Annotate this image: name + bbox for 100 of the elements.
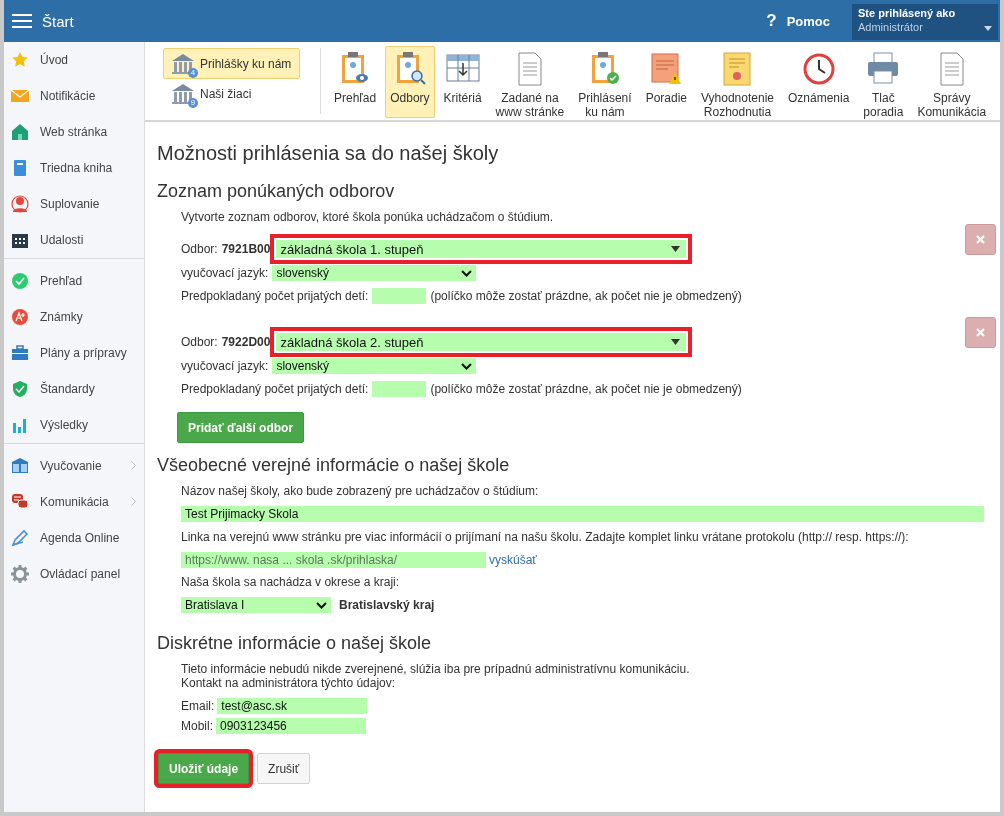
clock-icon: [801, 51, 836, 87]
notebook-icon: [11, 159, 29, 177]
briefcase-icon: [11, 344, 29, 362]
toolbar-button[interactable]: Kritériá: [438, 46, 487, 118]
shield-icon: [11, 380, 29, 398]
section-heading: Všeobecné verejné informácie o našej škole: [157, 455, 511, 476]
sidebar-item[interactable]: Agenda Online: [4, 520, 144, 556]
page-title: Štart: [42, 12, 75, 30]
gear-icon: [11, 565, 29, 583]
count-badge: 4: [188, 67, 198, 78]
field-label: Naša škola sa nachádza v okrese a kraji:: [181, 575, 401, 589]
school-name-field[interactable]: Test Prijimacky Skola: [181, 506, 984, 522]
sidebar-item[interactable]: Udalosti: [4, 222, 144, 258]
check-circle-icon: [11, 272, 29, 290]
open-book-icon: [11, 457, 29, 475]
sidebar-item[interactable]: Komunikácia: [4, 484, 144, 520]
sidebar-item[interactable]: Štandardy: [4, 371, 144, 407]
language-dropdown[interactable]: slovenský: [272, 265, 477, 281]
count-field[interactable]: [372, 381, 427, 397]
section-tab[interactable]: 4 Prihlášky ku nám: [163, 48, 301, 79]
toolbar-button[interactable]: Správy Komunikácia: [912, 46, 992, 118]
house-icon: [11, 123, 29, 141]
program-code: 7921B00: [221, 242, 271, 256]
toolbar-button[interactable]: Vyhodnotenie Rozhodnutia: [696, 46, 779, 118]
field-label: Predpokladaný počet prijatých detí:: [181, 289, 369, 303]
page-heading: Možnosti prihlásenia sa do našej školy: [157, 142, 500, 165]
info-text: Tieto informácie nebudú nikde zverejnené, slúžia iba pre prípadnú administratívnu komunikáciu. Kontakt na administrátora týchto údajov:: [181, 662, 691, 690]
count-badge: 9: [188, 97, 198, 108]
sidebar-item[interactable]: Vyučovanie: [4, 448, 144, 484]
calendar-icon: [11, 231, 29, 249]
section-heading: Zoznam ponúkaných odborov: [157, 181, 396, 202]
field-label: Mobil:: [181, 719, 213, 733]
field-label: Email:: [181, 699, 215, 713]
toolbar-button[interactable]: Odbory: [385, 46, 435, 118]
field-label: Predpokladaný počet prijatých detí:: [181, 382, 369, 396]
toolbar-button[interactable]: Poradie: [640, 46, 692, 118]
chevron-icon: [131, 497, 136, 506]
person-icon: [11, 195, 29, 213]
printer-icon: [866, 51, 901, 87]
program-code: 7922D00: [221, 335, 271, 349]
sidebar-item[interactable]: Triedna kniha: [4, 150, 144, 186]
sidebar-item[interactable]: Prehľad: [4, 263, 144, 299]
field-label: Odbor:: [181, 242, 218, 256]
sidebar-item[interactable]: Web stránka: [4, 114, 144, 150]
section-tab[interactable]: 9 Naši žiaci: [163, 78, 261, 109]
envelope-icon: [11, 87, 29, 105]
toolbar-button[interactable]: Prihlásení ku nám: [573, 46, 637, 118]
program-dropdown[interactable]: základná škola 2. stupeň: [276, 333, 687, 351]
cancel-button[interactable]: Zrušiť: [257, 753, 311, 784]
program-dropdown[interactable]: základná škola 1. stupeň: [276, 240, 687, 258]
chevron-icon: [131, 461, 136, 470]
bar-chart-icon: [11, 416, 29, 434]
sidebar-item[interactable]: Výsledky: [4, 407, 144, 443]
language-dropdown[interactable]: slovenský: [272, 358, 477, 374]
sidebar-item[interactable]: Ovládací panel: [4, 556, 144, 592]
section-heading: Diskrétne informácie o našej škole: [157, 633, 433, 654]
district-dropdown[interactable]: Bratislava I: [181, 597, 331, 613]
help-button[interactable]: ? Pomoc: [766, 11, 830, 31]
sidebar-item[interactable]: Plány a prípravy: [4, 335, 144, 371]
building-icon: [170, 51, 196, 76]
count-field[interactable]: [372, 288, 427, 304]
close-icon: [976, 235, 985, 244]
close-icon: [976, 328, 985, 337]
intro-text: Vytvorte zoznam odborov, ktoré škola ponúka uchádzačom o štúdium.: [181, 210, 555, 224]
sidebar-item[interactable]: Úvod: [4, 42, 144, 78]
toolbar-button[interactable]: Oznámenia: [782, 46, 855, 118]
field-label: Odbor:: [181, 335, 218, 349]
delete-button[interactable]: [965, 224, 996, 255]
dropdown-arrow-icon: [671, 339, 681, 345]
grade-icon: [11, 308, 29, 326]
pen-icon: [11, 529, 29, 547]
chevron-down-icon: [316, 601, 327, 609]
caret-icon: [984, 26, 992, 31]
chevron-down-icon: [461, 362, 473, 370]
sidebar-item[interactable]: Notifikácie: [4, 78, 144, 114]
field-label: vyučovací jazyk:: [181, 266, 269, 280]
hint-text: (políčko môže zostať prázdne, ak počet nie je obmedzený): [430, 382, 742, 396]
test-link[interactable]: vyskúšať: [489, 553, 537, 567]
toolbar-button[interactable]: Tlač poradia: [858, 46, 909, 118]
url-field[interactable]: https://www. nasa ... skola .sk/prihlaska/: [181, 552, 486, 568]
field-label: Názov našej školy, ako bude zobrazený pre uchádzačov o štúdium:: [181, 484, 540, 498]
region-text: Bratislavský kraj: [339, 598, 435, 612]
delete-button[interactable]: [965, 317, 996, 348]
toolbar-button[interactable]: Zadané na www stránke: [490, 46, 570, 118]
user-dropdown[interactable]: Ste prihlásený ako Administrátor: [852, 4, 998, 40]
building-icon: [170, 81, 196, 106]
field-label: vyučovací jazyk:: [181, 359, 269, 373]
warning-sheet-icon: [649, 51, 684, 87]
contact-field[interactable]: 0903123456: [216, 718, 366, 734]
chevron-down-icon: [461, 269, 473, 277]
sidebar-item[interactable]: Známky: [4, 299, 144, 335]
help-icon: ?: [766, 11, 777, 31]
sidebar-item[interactable]: Suplovanie: [4, 186, 144, 222]
star-icon: [11, 51, 29, 69]
contact-field[interactable]: test@asc.sk: [217, 698, 368, 714]
hint-text: (políčko môže zostať prázdne, ak počet nie je obmedzený): [430, 289, 742, 303]
toolbar-button[interactable]: Prehľad: [329, 46, 382, 118]
dropdown-arrow-icon: [671, 246, 681, 252]
chat-icon: [11, 493, 29, 511]
field-label: Linka na verejnú www stránku pre viac informácií o prijímaní na našu školu. Zadajte komplet linku vrátane protokolu (http:// resp. https://):: [181, 530, 910, 544]
